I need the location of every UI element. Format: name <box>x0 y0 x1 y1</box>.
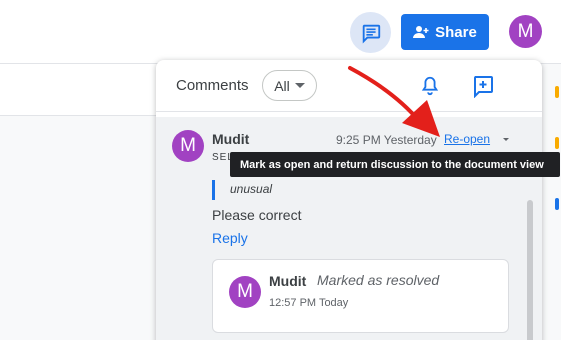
comment-thread[interactable]: M Mudit 9:25 PM Yesterday Re-open SEL un… <box>156 117 542 340</box>
quote-bar <box>212 180 215 200</box>
thread-scrollbar[interactable] <box>527 200 533 340</box>
comments-icon <box>362 24 380 43</box>
reopen-link[interactable]: Re-open <box>444 132 490 146</box>
quoted-text: unusual <box>230 182 273 196</box>
comments-title: Comments <box>176 77 249 94</box>
reopen-tooltip: Mark as open and return discussion to th… <box>230 152 560 177</box>
comments-panel-header: Comments All <box>156 60 542 112</box>
resolved-event-card: M Mudit Marked as resolved 12:57 PM Toda… <box>212 259 509 333</box>
bell-icon[interactable] <box>419 75 441 97</box>
screenshot-stage: Share M Comments All M Mudit 9:25 PM Yes… <box>0 0 561 340</box>
add-comment-icon[interactable] <box>471 74 495 98</box>
author-avatar: M <box>172 130 204 162</box>
resolved-status: Marked as resolved <box>317 272 440 288</box>
reply-link[interactable]: Reply <box>212 230 248 246</box>
share-label: Share <box>435 23 477 41</box>
edge-marker-blue <box>555 198 559 210</box>
more-options-caret-icon[interactable] <box>503 138 509 141</box>
account-avatar[interactable]: M <box>509 15 542 48</box>
document-toolbar-area <box>0 64 160 116</box>
author-name: Mudit <box>212 131 250 147</box>
share-button[interactable]: Share <box>401 14 489 50</box>
chevron-down-icon <box>294 83 305 88</box>
comments-filter-dropdown[interactable]: All <box>262 70 317 101</box>
edge-marker-yellow <box>555 86 559 98</box>
edge-marker-yellow <box>555 137 559 149</box>
document-canvas <box>0 116 160 340</box>
side-panel-edge <box>541 64 561 340</box>
resolved-timestamp: 12:57 PM Today <box>269 297 349 309</box>
comments-history-button[interactable] <box>350 12 391 53</box>
comment-timestamp: 9:25 PM Yesterday <box>336 133 437 147</box>
comments-panel: Comments All M Mudit 9:25 PM Yesterday R… <box>156 60 542 340</box>
comment-body: Please correct <box>212 207 302 223</box>
person-add-icon <box>413 26 429 38</box>
filter-value: All <box>274 77 290 94</box>
top-bar: Share M <box>0 0 561 64</box>
resolver-avatar: M <box>229 276 261 308</box>
resolver-name: Mudit <box>269 273 307 289</box>
